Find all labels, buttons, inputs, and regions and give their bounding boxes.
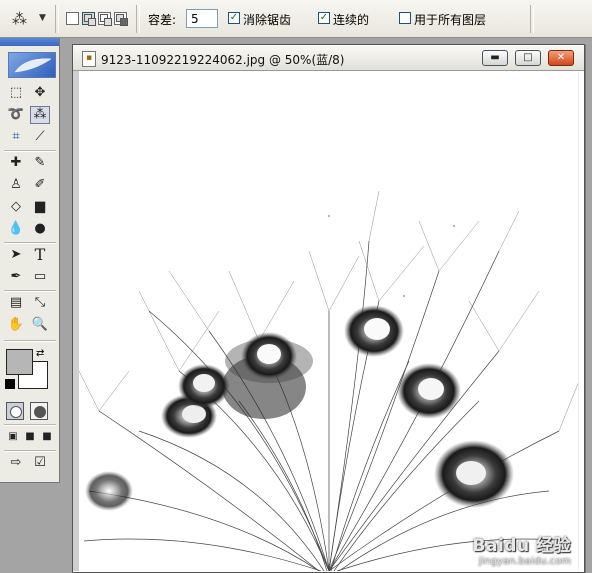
toolbox-divider [4, 450, 56, 452]
maximize-button[interactable]: □ [515, 50, 541, 66]
tolerance-input[interactable] [186, 9, 218, 28]
move-tool-icon[interactable]: ✥ [30, 84, 50, 102]
default-colors-icon[interactable] [5, 379, 15, 389]
baidu-watermark: Baidu 经验 jingyan.baidu.com [473, 531, 571, 567]
options-bar: ⁂ ▼ 容差: ✓ 消除锯齿 ✓ 连续的 用于所有图层 [0, 0, 592, 38]
feather-logo-icon[interactable] [8, 52, 56, 78]
history-brush-icon[interactable]: ✐ [30, 176, 50, 194]
standard-mode-button[interactable] [6, 402, 24, 420]
chevron-down-icon: ▼ [39, 13, 46, 23]
options-divider [530, 5, 534, 33]
toolbox-divider [4, 290, 56, 292]
notes-tool-icon[interactable]: ▤ [6, 294, 26, 312]
tolerance-label: 容差: [148, 13, 177, 27]
foreground-color-swatch[interactable] [6, 349, 33, 375]
watermark-brand: Baidu 经验 [472, 536, 571, 556]
clone-stamp-icon[interactable]: ♙ [6, 176, 26, 194]
document-window: ▪ 9123-11092219224062.jpg @ 50%(蓝/8) ▬ □… [72, 44, 585, 573]
options-divider [55, 5, 59, 33]
anti-alias-checkbox[interactable]: ✓ [228, 12, 240, 24]
minimize-button[interactable]: ▬ [482, 50, 508, 66]
options-divider [136, 5, 140, 33]
toolbox-titlebar[interactable] [0, 38, 59, 46]
all-layers-label: 用于所有图层 [414, 13, 487, 27]
tool-preset-picker[interactable]: ⁂ ▼ [8, 8, 48, 30]
edit-in-imageready-icon[interactable]: ☑ [30, 454, 50, 472]
path-selection-icon[interactable]: ➤ [6, 246, 26, 264]
dodge-tool-icon[interactable]: ● [30, 220, 50, 238]
eraser-tool-icon[interactable]: ◇ [6, 198, 26, 216]
toolbox-divider [4, 150, 56, 152]
toolbox-divider [4, 340, 56, 342]
magic-wand-icon: ⁂ [12, 10, 27, 28]
vertical-scrollbar[interactable] [578, 71, 584, 571]
peacock-feathers-image [79, 190, 579, 571]
full-screen-mode-icon[interactable]: ■ [37, 428, 57, 446]
toolbox-divider [4, 424, 56, 426]
contiguous-label: 连续的 [333, 13, 370, 27]
subtract-from-selection-button[interactable] [98, 12, 112, 26]
close-button[interactable]: ✕ [548, 50, 574, 66]
swap-colors-icon[interactable]: ⇄ [36, 348, 44, 359]
jpeg-file-icon: ▪ [82, 51, 96, 67]
eyedropper-tool-icon[interactable]: ⤡ [30, 294, 50, 312]
blur-tool-icon[interactable]: 💧 [6, 220, 26, 238]
magic-wand-tool-icon[interactable]: ⁂ [30, 106, 50, 124]
all-layers-checkbox[interactable] [399, 12, 411, 24]
brush-tool-icon[interactable]: ✎ [30, 154, 50, 172]
toolbox: ⬚ ✥ ➰ ⁂ ⌗ ⟋ ✚ ✎ ♙ ✐ ◇ ▆ 💧 ● ➤ T ✒ ▭ ▤ ⤡ … [0, 38, 60, 483]
toolbox-divider [4, 242, 56, 244]
document-title: 9123-11092219224062.jpg @ 50%(蓝/8) [101, 53, 345, 67]
type-tool-icon[interactable]: T [30, 246, 50, 264]
anti-alias-label: 消除锯齿 [243, 13, 292, 27]
hand-tool-icon[interactable]: ✋ [6, 316, 26, 334]
rectangle-tool-icon[interactable]: ▭ [30, 268, 50, 286]
lasso-tool-icon[interactable]: ➰ [6, 106, 26, 124]
quick-mask-button[interactable] [30, 402, 48, 420]
document-titlebar[interactable]: ▪ 9123-11092219224062.jpg @ 50%(蓝/8) ▬ □… [73, 45, 584, 71]
healing-brush-icon[interactable]: ✚ [6, 154, 26, 172]
marquee-tool-icon[interactable]: ⬚ [6, 84, 26, 102]
zoom-tool-icon[interactable]: 🔍 [30, 316, 50, 334]
contiguous-checkbox[interactable]: ✓ [318, 12, 330, 24]
slice-tool-icon[interactable]: ⟋ [30, 128, 50, 146]
new-selection-button[interactable] [66, 12, 79, 25]
intersect-selection-button[interactable] [114, 12, 128, 26]
add-to-selection-button[interactable] [82, 12, 96, 26]
crop-tool-icon[interactable]: ⌗ [6, 128, 26, 146]
gradient-tool-icon[interactable]: ▆ [30, 198, 50, 216]
image-canvas[interactable]: Baidu 经验 jingyan.baidu.com [79, 71, 579, 571]
jump-to-imageready-icon[interactable]: ⇨ [6, 454, 26, 472]
watermark-url: jingyan.baidu.com [478, 556, 571, 567]
pen-tool-icon[interactable]: ✒ [6, 268, 26, 286]
